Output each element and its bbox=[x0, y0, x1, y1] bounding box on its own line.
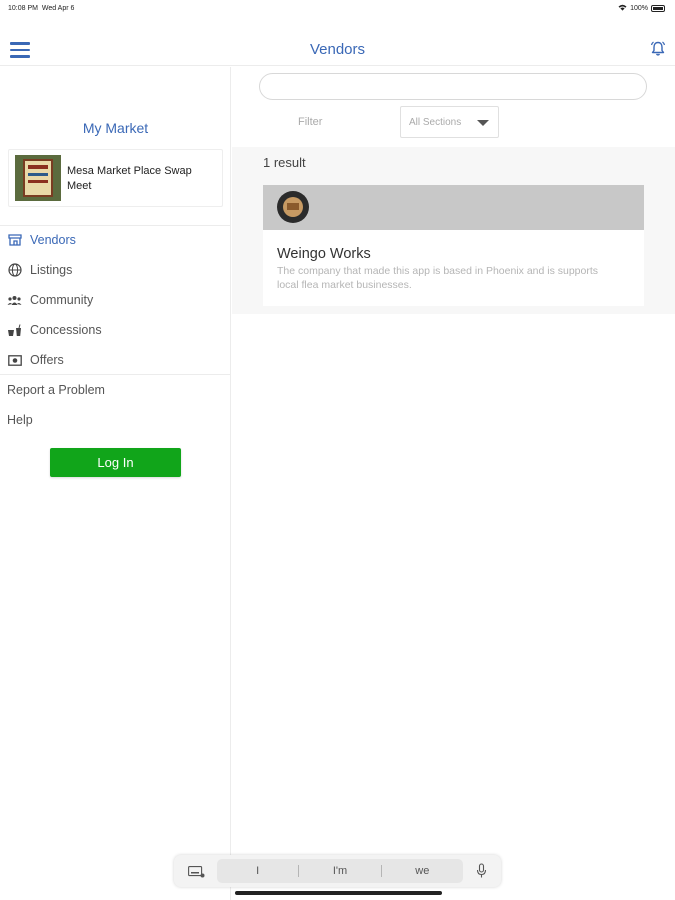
filter-label: Filter bbox=[298, 116, 323, 128]
sidebar-item-label: Listings bbox=[30, 263, 73, 277]
market-card[interactable]: Mesa Market Place Swap Meet bbox=[8, 149, 223, 207]
vendor-description: The company that made this app is based … bbox=[277, 265, 599, 291]
sidebar-item-community[interactable]: Community bbox=[6, 289, 93, 311]
market-thumbnail bbox=[15, 155, 61, 201]
my-market-heading: My Market bbox=[82, 120, 149, 136]
sidebar-item-vendors[interactable]: Vendors bbox=[6, 229, 76, 251]
battery-icon bbox=[651, 5, 665, 12]
help-link[interactable]: Help bbox=[7, 413, 33, 427]
vendor-avatar bbox=[277, 191, 309, 223]
wifi-icon bbox=[618, 4, 627, 13]
sidebar-item-offers[interactable]: Offers bbox=[6, 349, 64, 371]
suggestion-item[interactable]: I bbox=[217, 865, 298, 877]
result-count: 1 result bbox=[263, 155, 306, 170]
section-select[interactable]: All Sections bbox=[400, 106, 499, 138]
food-drink-icon bbox=[6, 323, 23, 337]
status-bar: 10:08 PM Wed Apr 6 100% bbox=[0, 0, 675, 18]
sidebar-item-label: Vendors bbox=[30, 233, 76, 247]
keyboard-suggestion-bar: I I'm we bbox=[174, 855, 501, 887]
sidebar-item-label: Community bbox=[30, 293, 94, 307]
section-select-value: All Sections bbox=[409, 117, 462, 128]
home-indicator[interactable] bbox=[235, 891, 442, 895]
vendor-card[interactable]: Weingo Works The company that made this … bbox=[263, 185, 644, 306]
suggestion-item[interactable]: I'm bbox=[299, 865, 380, 877]
status-indicators: 100% bbox=[618, 4, 665, 13]
page-title: Vendors bbox=[309, 41, 366, 58]
login-button[interactable]: Log In bbox=[50, 448, 181, 477]
results-area: 1 result Weingo Works The company that m… bbox=[232, 147, 675, 314]
divider bbox=[0, 374, 231, 375]
sidebar: My Market Mesa Market Place Swap Meet Ve… bbox=[0, 67, 231, 900]
status-date: Wed Apr 6 bbox=[41, 5, 75, 12]
bell-icon[interactable] bbox=[649, 40, 667, 58]
globe-icon bbox=[6, 263, 23, 277]
sidebar-item-label: Concessions bbox=[30, 323, 102, 337]
sidebar-item-concessions[interactable]: Concessions bbox=[6, 319, 102, 341]
keyboard-icon[interactable] bbox=[188, 865, 205, 878]
microphone-icon[interactable] bbox=[476, 863, 487, 879]
vendor-banner bbox=[263, 185, 644, 230]
offer-tag-icon bbox=[6, 353, 23, 367]
market-name: Mesa Market Place Swap Meet bbox=[67, 165, 192, 192]
status-time: 10:08 PM bbox=[8, 5, 38, 12]
suggestion-strip: I I'm we bbox=[217, 859, 463, 883]
search-input[interactable] bbox=[259, 73, 647, 100]
report-problem-link[interactable]: Report a Problem bbox=[7, 383, 105, 397]
suggestion-item[interactable]: we bbox=[382, 865, 463, 877]
battery-percent: 100% bbox=[630, 5, 648, 12]
navigation-bar: Vendors bbox=[0, 32, 675, 66]
divider bbox=[0, 225, 231, 226]
status-time-date: 10:08 PM Wed Apr 6 bbox=[8, 5, 74, 12]
people-icon bbox=[6, 293, 23, 307]
vendor-name: Weingo Works bbox=[277, 246, 371, 262]
sidebar-item-label: Offers bbox=[30, 353, 64, 367]
storefront-icon bbox=[6, 233, 23, 247]
chevron-down-icon bbox=[477, 120, 489, 126]
sidebar-item-listings[interactable]: Listings bbox=[6, 259, 72, 281]
main-content: Filter All Sections 1 result Weingo Work… bbox=[232, 67, 675, 900]
